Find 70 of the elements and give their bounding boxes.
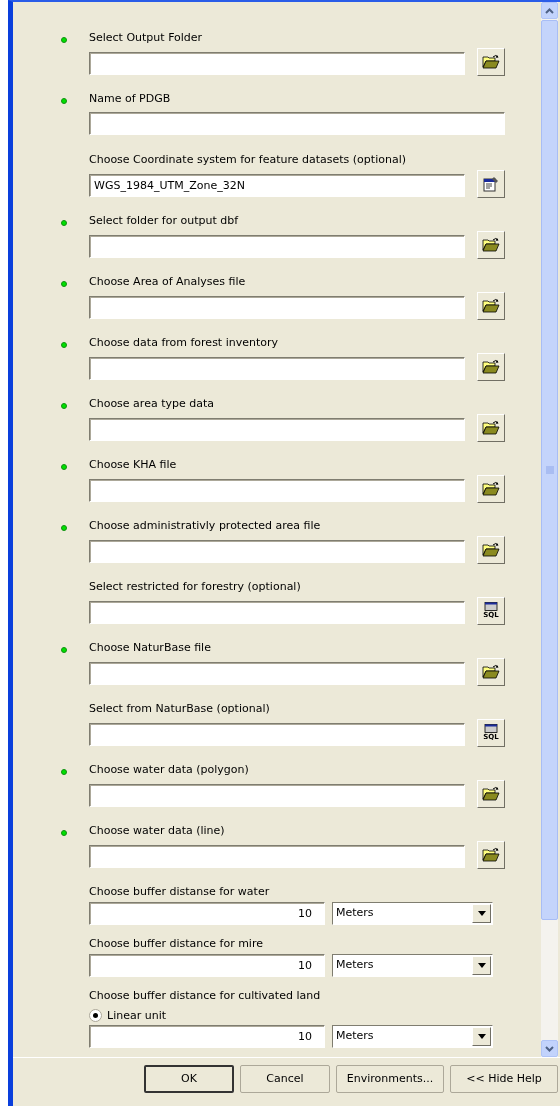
distance-field[interactable]: 10: [89, 1025, 325, 1048]
dialog-button[interactable]: << Hide Help: [450, 1065, 558, 1093]
folder-icon: [482, 237, 500, 252]
browse-button[interactable]: [477, 47, 505, 76]
browse-button[interactable]: [477, 169, 505, 198]
path-field[interactable]: [89, 111, 505, 135]
field-label: Choose data from forest inventory: [89, 336, 279, 349]
field-label: Select Output Folder: [89, 31, 203, 44]
path-field[interactable]: [89, 783, 465, 807]
folder-icon: [482, 54, 500, 69]
unit-dropdown[interactable]: Meters: [332, 1025, 493, 1048]
radio-label: Linear unit: [107, 1007, 166, 1024]
path-field[interactable]: [89, 356, 465, 380]
field-label: Choose buffer distance for mire: [89, 937, 263, 950]
unit-dropdown[interactable]: Meters: [332, 901, 493, 925]
field-label: Select from NaturBase (optional): [89, 702, 270, 715]
path-field[interactable]: [89, 478, 465, 502]
browse-button[interactable]: [477, 840, 505, 869]
dialog-button[interactable]: Cancel: [240, 1065, 330, 1093]
folder-icon: [482, 359, 500, 374]
field-label: Select folder for output dbf: [89, 214, 239, 227]
field-label: Select restricted for forestry (optional): [89, 580, 301, 593]
path-field[interactable]: [89, 661, 465, 685]
field-label: Name of PDGB: [89, 92, 171, 105]
field-label: Choose NaturBase file: [89, 641, 211, 654]
radio-button[interactable]: [89, 1009, 102, 1023]
path-field[interactable]: [89, 417, 465, 441]
folder-icon: [482, 664, 500, 679]
path-field[interactable]: [89, 51, 465, 75]
browse-button[interactable]: [477, 657, 505, 686]
browse-button[interactable]: [477, 352, 505, 381]
field-label: Choose Area of Analyses file: [89, 275, 246, 288]
folder-icon: [482, 298, 500, 313]
browse-button[interactable]: [477, 535, 505, 564]
browse-button[interactable]: [477, 474, 505, 503]
unit-dropdown[interactable]: Meters: [332, 953, 493, 977]
folder-icon: [482, 481, 500, 496]
field-label: Choose administrativly protected area file: [89, 519, 321, 532]
field-label: Choose KHA file: [89, 458, 177, 471]
field-label: Choose buffer distanse for water: [89, 885, 270, 898]
window-icon: [484, 602, 498, 611]
field-label: Choose area type data: [89, 397, 214, 410]
path-field[interactable]: [89, 600, 465, 624]
folder-icon: [482, 786, 500, 801]
browse-button[interactable]: [477, 291, 505, 320]
window-icon: [484, 724, 498, 733]
browse-button[interactable]: [477, 413, 505, 442]
scrollbar-thumb[interactable]: [541, 20, 558, 920]
properties-icon: [482, 175, 500, 192]
scroll-down-button[interactable]: [541, 1040, 558, 1057]
distance-field[interactable]: 10: [89, 901, 325, 925]
browse-button[interactable]: [477, 230, 505, 259]
path-field[interactable]: WGS_1984_UTM_Zone_32N: [89, 173, 465, 197]
path-field[interactable]: [89, 844, 465, 868]
folder-icon: [482, 420, 500, 435]
dialog-button[interactable]: Environments...: [336, 1065, 444, 1093]
field-label: Choose water data (line): [89, 824, 225, 837]
scroll-up-button[interactable]: [541, 2, 558, 19]
path-field[interactable]: [89, 295, 465, 319]
path-field[interactable]: [89, 539, 465, 563]
browse-button[interactable]: [477, 779, 505, 808]
distance-field[interactable]: 10: [89, 953, 325, 977]
folder-icon: [482, 542, 500, 557]
path-field[interactable]: [89, 722, 465, 746]
path-field[interactable]: [89, 234, 465, 258]
field-label: Choose buffer distance for cultivated land: [89, 989, 321, 1002]
folder-icon: [482, 847, 500, 862]
dialog-button[interactable]: OK: [144, 1065, 234, 1093]
field-label: Choose Coordinate system for feature datasets (optional): [89, 153, 406, 166]
field-label: Choose water data (polygon): [89, 763, 249, 776]
